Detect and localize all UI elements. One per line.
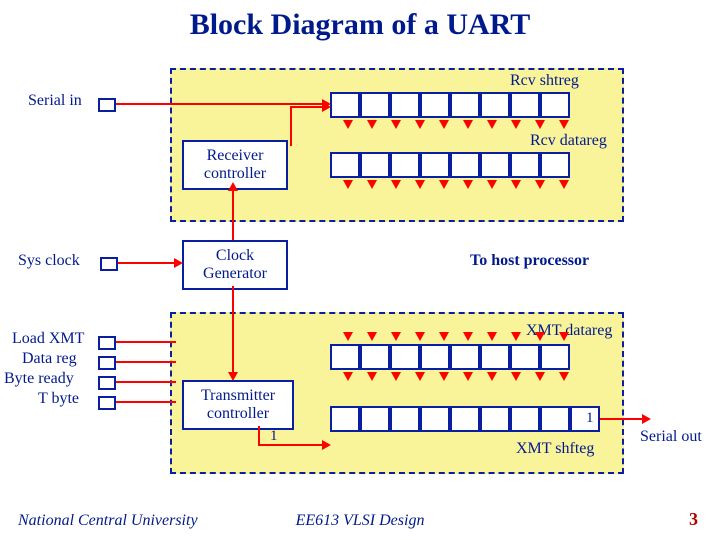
load-xmt-label: Load XMT: [12, 330, 84, 348]
serial-in-label: Serial in: [28, 92, 82, 110]
rcv-down-arrows: [336, 120, 576, 129]
xmt-shift-register: [330, 406, 600, 432]
serial-in-pad: [98, 98, 116, 112]
rcv-datareg-label: Rcv datareg: [530, 132, 607, 150]
stop-bit-one: 1: [586, 410, 594, 427]
byte-ready-label: Byte ready: [4, 370, 74, 388]
host-to-xmt-arrows: [336, 332, 576, 341]
sys-clock-pad: [100, 257, 118, 271]
to-host-label: To host processor: [470, 252, 589, 270]
load-one: 1: [270, 428, 278, 445]
tx-ctrl-h: [258, 444, 326, 446]
rcv-data-register: [330, 152, 570, 178]
byte-ready-pad: [98, 376, 116, 390]
xmt-down-arrows: [336, 372, 576, 381]
clk-to-tx-wire: [232, 286, 234, 376]
data-reg-label: Data reg: [22, 350, 77, 368]
page-title: Block Diagram of a UART: [0, 0, 720, 42]
sys-clock-label: Sys clock: [18, 252, 80, 270]
footer-right: 3: [689, 509, 698, 530]
footer-center: EE613 VLSI Design: [0, 512, 720, 530]
serial-out-label: Serial out: [640, 428, 702, 446]
xmt-data-register: [330, 344, 570, 370]
rcv-to-host-arrows: [336, 180, 576, 189]
xmt-shfteg-label: XMT shfteg: [516, 440, 594, 458]
rx-ctrl-h: [290, 106, 326, 108]
sys-clock-wire: [118, 262, 178, 264]
load-xmt-pad: [98, 336, 116, 350]
t-byte-label: T byte: [38, 390, 79, 408]
diagram-stage: Rcv shtreg Rcv datareg Receiver controll…: [0, 50, 720, 490]
clk-to-rx-wire: [232, 188, 234, 240]
rcv-shtreg-label: Rcv shtreg: [510, 72, 579, 90]
serial-out-wire: [600, 418, 646, 420]
rcv-shift-register: [330, 92, 570, 118]
serial-in-wire: [116, 103, 326, 105]
clock-generator-block: Clock Generator: [182, 240, 288, 290]
data-reg-pad: [98, 356, 116, 370]
transmitter-controller-block: Transmitter controller: [182, 380, 294, 430]
tx-ctrl-v: [258, 426, 260, 446]
t-byte-pad: [98, 396, 116, 410]
rx-ctrl-v: [290, 106, 292, 146]
